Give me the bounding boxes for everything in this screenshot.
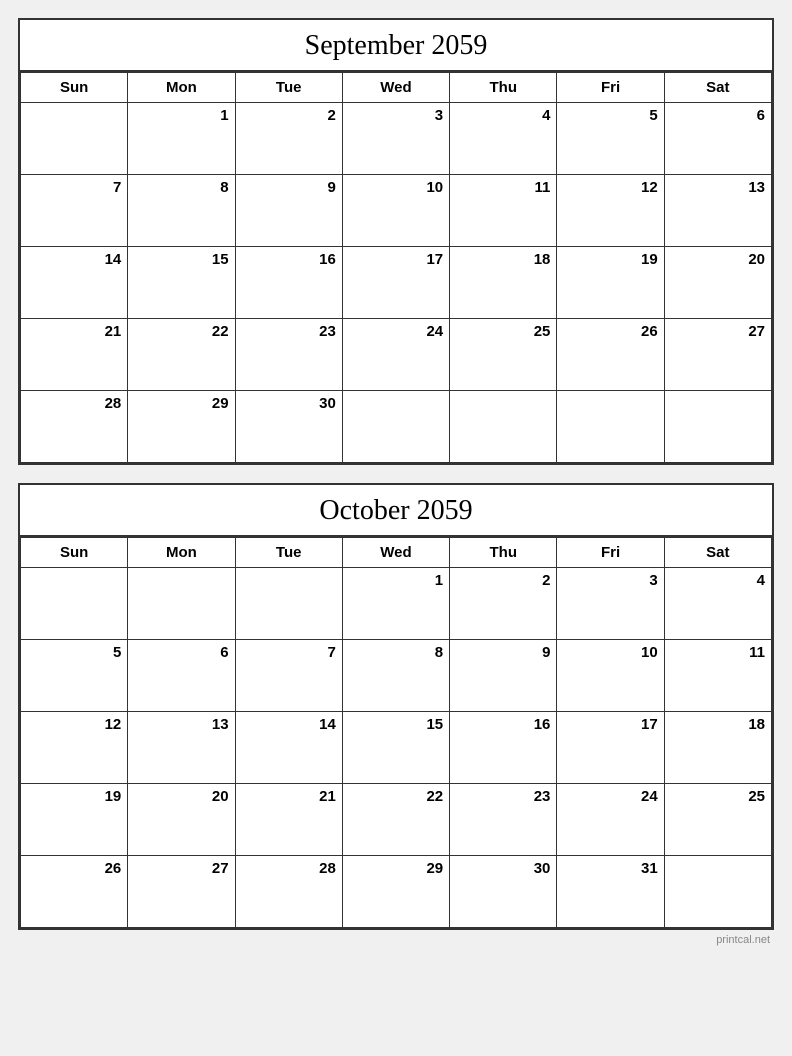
table-row: 24 — [342, 319, 449, 391]
watermark: printcal.net — [18, 934, 774, 946]
table-row: 27 — [664, 319, 771, 391]
table-row: 21 — [235, 784, 342, 856]
table-row — [128, 568, 235, 640]
calendar-sept-2059: September 2059SunMonTueWedThuFriSat12345… — [18, 18, 774, 465]
day-header-thu: Thu — [450, 73, 557, 103]
table-row — [664, 856, 771, 928]
day-header-wed: Wed — [342, 73, 449, 103]
table-row: 28 — [21, 391, 128, 463]
table-row: 13 — [664, 175, 771, 247]
table-row: 5 — [21, 640, 128, 712]
table-row: 15 — [342, 712, 449, 784]
table-row: 7 — [235, 640, 342, 712]
table-row — [557, 391, 664, 463]
day-header-thu: Thu — [450, 538, 557, 568]
table-row — [664, 391, 771, 463]
day-header-fri: Fri — [557, 73, 664, 103]
table-row: 2 — [450, 568, 557, 640]
table-row: 22 — [342, 784, 449, 856]
table-row: 4 — [450, 103, 557, 175]
table-row: 9 — [450, 640, 557, 712]
table-row: 21 — [21, 319, 128, 391]
table-row: 26 — [557, 319, 664, 391]
table-row: 23 — [450, 784, 557, 856]
table-row: 1 — [342, 568, 449, 640]
table-row: 17 — [557, 712, 664, 784]
table-row: 29 — [342, 856, 449, 928]
table-row: 19 — [557, 247, 664, 319]
table-row: 17 — [342, 247, 449, 319]
table-row: 29 — [128, 391, 235, 463]
table-row: 10 — [557, 640, 664, 712]
table-row: 27 — [128, 856, 235, 928]
table-row: 18 — [450, 247, 557, 319]
day-header-sat: Sat — [664, 73, 771, 103]
table-row: 4 — [664, 568, 771, 640]
table-row: 11 — [664, 640, 771, 712]
table-row: 30 — [235, 391, 342, 463]
table-row — [21, 568, 128, 640]
table-row: 25 — [450, 319, 557, 391]
day-header-mon: Mon — [128, 73, 235, 103]
table-row — [342, 391, 449, 463]
table-row: 8 — [342, 640, 449, 712]
table-row: 6 — [128, 640, 235, 712]
table-row: 16 — [450, 712, 557, 784]
table-row — [235, 568, 342, 640]
table-row — [21, 103, 128, 175]
table-row: 12 — [21, 712, 128, 784]
day-header-mon: Mon — [128, 538, 235, 568]
table-row: 22 — [128, 319, 235, 391]
table-row: 2 — [235, 103, 342, 175]
table-row: 11 — [450, 175, 557, 247]
table-row: 20 — [664, 247, 771, 319]
table-row: 3 — [342, 103, 449, 175]
table-row: 13 — [128, 712, 235, 784]
day-header-tue: Tue — [235, 538, 342, 568]
table-row: 6 — [664, 103, 771, 175]
calendar-title-oct-2059: October 2059 — [20, 485, 772, 537]
day-header-wed: Wed — [342, 538, 449, 568]
calendar-oct-2059: October 2059SunMonTueWedThuFriSat1234567… — [18, 483, 774, 930]
table-row: 10 — [342, 175, 449, 247]
table-row: 20 — [128, 784, 235, 856]
day-header-sat: Sat — [664, 538, 771, 568]
table-row: 5 — [557, 103, 664, 175]
table-row: 14 — [21, 247, 128, 319]
day-header-fri: Fri — [557, 538, 664, 568]
table-row: 9 — [235, 175, 342, 247]
table-row: 23 — [235, 319, 342, 391]
table-row: 31 — [557, 856, 664, 928]
table-row: 25 — [664, 784, 771, 856]
calendar-title-sept-2059: September 2059 — [20, 20, 772, 72]
table-row: 24 — [557, 784, 664, 856]
table-row: 7 — [21, 175, 128, 247]
day-header-sun: Sun — [21, 73, 128, 103]
table-row: 12 — [557, 175, 664, 247]
table-row: 16 — [235, 247, 342, 319]
table-row: 30 — [450, 856, 557, 928]
table-row: 28 — [235, 856, 342, 928]
table-row: 18 — [664, 712, 771, 784]
table-row — [450, 391, 557, 463]
table-row: 19 — [21, 784, 128, 856]
day-header-tue: Tue — [235, 73, 342, 103]
table-row: 1 — [128, 103, 235, 175]
day-header-sun: Sun — [21, 538, 128, 568]
table-row: 26 — [21, 856, 128, 928]
table-row: 3 — [557, 568, 664, 640]
table-row: 14 — [235, 712, 342, 784]
table-row: 15 — [128, 247, 235, 319]
table-row: 8 — [128, 175, 235, 247]
